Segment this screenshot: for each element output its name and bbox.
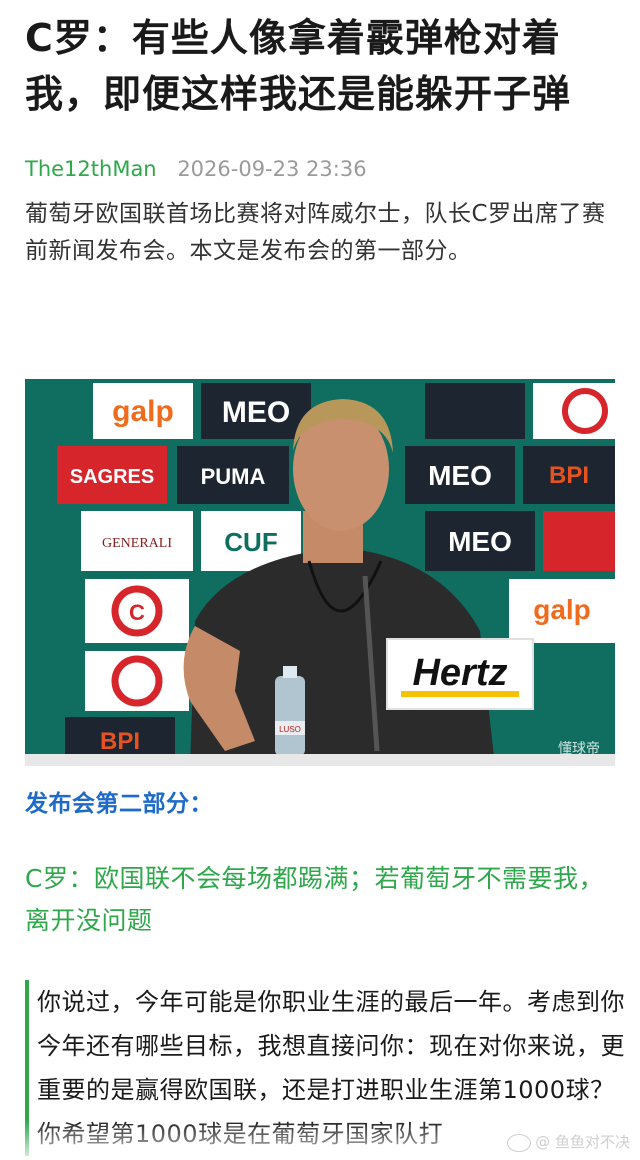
sponsor-bpi: BPI: [549, 462, 589, 489]
water-bottle: LUSO: [275, 666, 305, 756]
press-conference-photo[interactable]: galp MEO SAGRES PUMA MEO BPI GENERALI CU…: [25, 361, 615, 766]
photo-watermark: 懂球帝: [558, 741, 600, 757]
section-subtitle: C罗：欧国联不会每场都踢满；若葡萄牙不需要我，离开没问题: [25, 864, 604, 935]
svg-text:galp: galp: [533, 594, 591, 625]
article-intro: 葡萄牙欧国联首场比赛将对阵威尔士，队长C罗出席了赛前新闻发布会。本文是发布会的第…: [25, 201, 606, 264]
svg-text:MEO: MEO: [448, 526, 512, 557]
svg-text:Hertz: Hertz: [412, 652, 507, 694]
article-page: C罗：有些人像拿着霰弹枪对着我，即便这样我还是能躲开子弹 The12thMan …: [0, 0, 640, 1160]
svg-text:LUSO: LUSO: [279, 725, 301, 734]
svg-text:MEO: MEO: [428, 460, 492, 491]
weibo-logo-icon: [507, 1133, 532, 1152]
svg-text:BPI: BPI: [100, 728, 140, 755]
image-watermark: @ 鱼鱼对不决: [507, 1131, 630, 1152]
author-link[interactable]: The12thMan: [25, 157, 157, 181]
article-title: C罗：有些人像拿着霰弹枪对着我，即便这样我还是能躲开子弹: [25, 16, 572, 116]
section-heading: 发布会第二部分：: [25, 791, 213, 817]
sponsor-cuf: CUF: [224, 527, 277, 557]
article-meta: The12thMan 2026-09-23 23:36: [25, 155, 367, 183]
sponsor-galp: galp: [112, 395, 174, 428]
sponsor-generali: GENERALI: [102, 536, 172, 551]
hertz-sign: Hertz: [386, 638, 534, 710]
photo-illustration: galp MEO SAGRES PUMA MEO BPI GENERALI CU…: [25, 361, 615, 766]
sponsor-sagres: SAGRES: [70, 466, 154, 488]
sponsor-c-logo: C: [129, 600, 145, 625]
watermark-text: @ 鱼鱼对不决: [535, 1133, 630, 1151]
sponsor-puma: PUMA: [201, 464, 266, 489]
sponsor-meo: MEO: [222, 396, 290, 429]
publish-datetime: 2026-09-23 23:36: [177, 157, 367, 181]
